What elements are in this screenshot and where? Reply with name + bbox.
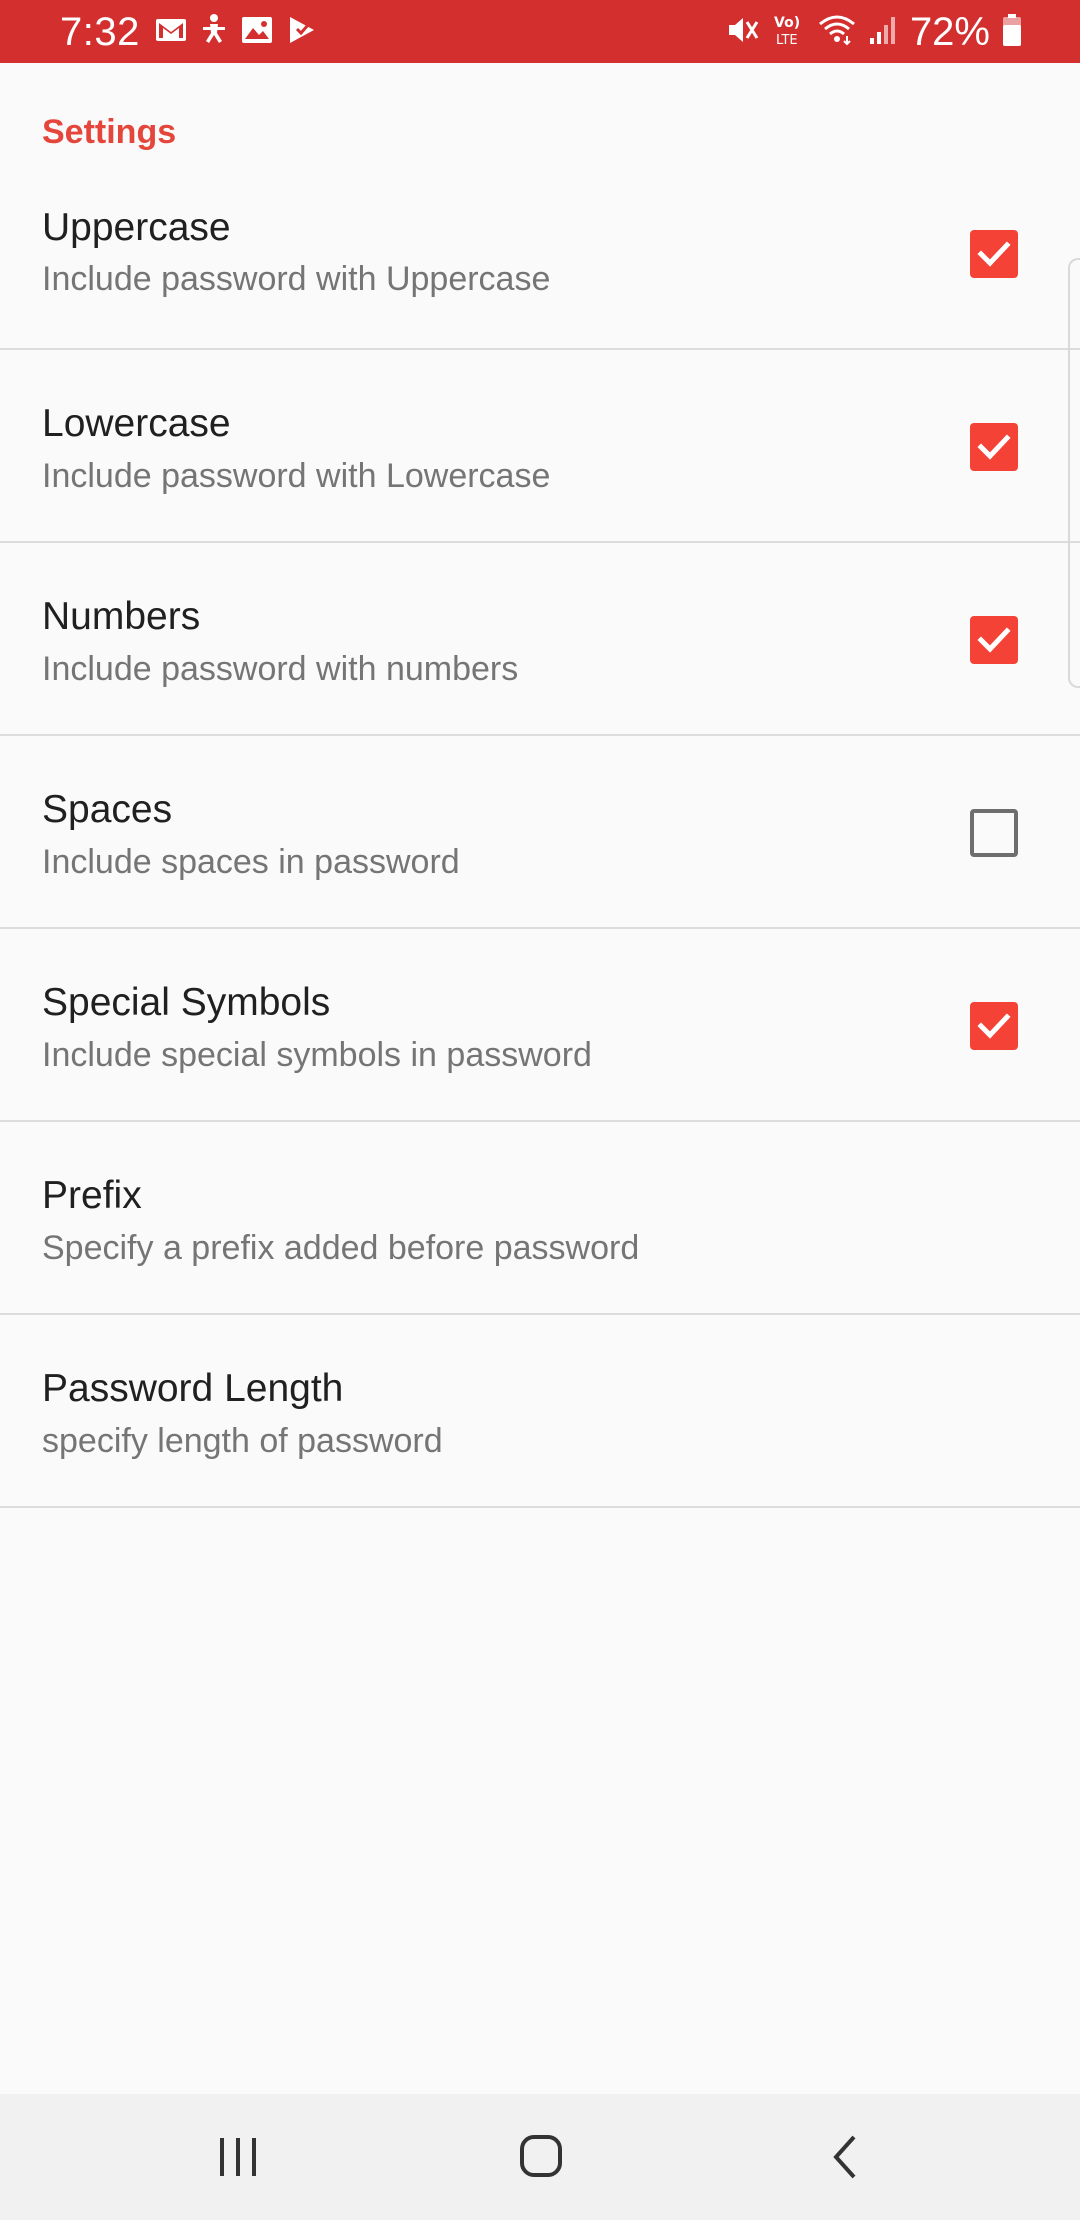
- battery-icon: [1002, 13, 1022, 52]
- numbers-checkbox[interactable]: [970, 616, 1018, 664]
- setting-title: Password Length: [42, 1367, 344, 1410]
- mute-icon: [726, 14, 760, 51]
- home-icon: [520, 2135, 562, 2177]
- recents-icon: [220, 2138, 256, 2176]
- setting-title: Numbers: [42, 595, 201, 638]
- setting-title: Uppercase: [42, 206, 231, 249]
- setting-numbers[interactable]: Numbers Include password with numbers: [0, 543, 1080, 736]
- recents-button[interactable]: [198, 2124, 278, 2190]
- status-time: 7:32: [60, 10, 140, 54]
- uppercase-checkbox[interactable]: [970, 230, 1018, 278]
- setting-summary: Include password with Lowercase: [42, 457, 551, 495]
- system-status-icons: Vo) LTE 72%: [726, 8, 1022, 56]
- gallery-icon: [241, 16, 273, 49]
- svg-text:Vo): Vo): [774, 15, 800, 31]
- checkmark-icon: [977, 241, 1011, 267]
- setting-uppercase[interactable]: Uppercase Include password with Uppercas…: [0, 157, 1080, 350]
- battery-percent: 72%: [909, 10, 990, 54]
- settings-section-title: Settings: [42, 113, 177, 151]
- home-button[interactable]: [500, 2124, 580, 2190]
- checkmark-icon: [977, 434, 1011, 460]
- volte-icon: Vo) LTE: [772, 12, 806, 53]
- setting-summary: specify length of password: [42, 1422, 443, 1460]
- setting-title: Prefix: [42, 1174, 142, 1217]
- gmail-icon: [155, 17, 187, 48]
- notification-icons: [155, 13, 317, 51]
- status-bar: 7:32 Vo) LTE 72%: [0, 0, 1080, 63]
- setting-summary: Include password with Uppercase: [42, 260, 551, 298]
- play-store-icon: [287, 15, 317, 50]
- setting-summary: Include special symbols in password: [42, 1036, 592, 1074]
- settings-list: Uppercase Include password with Uppercas…: [0, 157, 1080, 1508]
- setting-special-symbols[interactable]: Special Symbols Include special symbols …: [0, 929, 1080, 1122]
- back-button[interactable]: [804, 2124, 884, 2190]
- svg-text:LTE: LTE: [776, 33, 798, 48]
- screen: 7:32 Vo) LTE 72% Settings Uppercase Incl…: [0, 0, 1080, 2220]
- setting-spaces[interactable]: Spaces Include spaces in password: [0, 736, 1080, 929]
- checkmark-icon: [977, 1013, 1011, 1039]
- spaces-checkbox[interactable]: [970, 809, 1018, 857]
- setting-lowercase[interactable]: Lowercase Include password with Lowercas…: [0, 350, 1080, 543]
- setting-title: Lowercase: [42, 402, 231, 445]
- setting-title: Spaces: [42, 788, 173, 831]
- navigation-bar: [0, 2094, 1080, 2220]
- setting-summary: Specify a prefix added before password: [42, 1229, 640, 1267]
- back-icon: [833, 2135, 856, 2179]
- setting-prefix[interactable]: Prefix Specify a prefix added before pas…: [0, 1122, 1080, 1315]
- setting-summary: Include password with numbers: [42, 650, 519, 688]
- lowercase-checkbox[interactable]: [970, 423, 1018, 471]
- setting-password-length[interactable]: Password Length specify length of passwo…: [0, 1315, 1080, 1508]
- accessibility-icon: [201, 13, 227, 52]
- setting-summary: Include spaces in password: [42, 843, 460, 881]
- scroll-indicator[interactable]: [1068, 258, 1080, 688]
- special-symbols-checkbox[interactable]: [970, 1002, 1018, 1050]
- signal-icon: [868, 14, 898, 51]
- wifi-icon: [818, 14, 856, 51]
- checkmark-icon: [977, 627, 1011, 653]
- setting-title: Special Symbols: [42, 981, 331, 1024]
